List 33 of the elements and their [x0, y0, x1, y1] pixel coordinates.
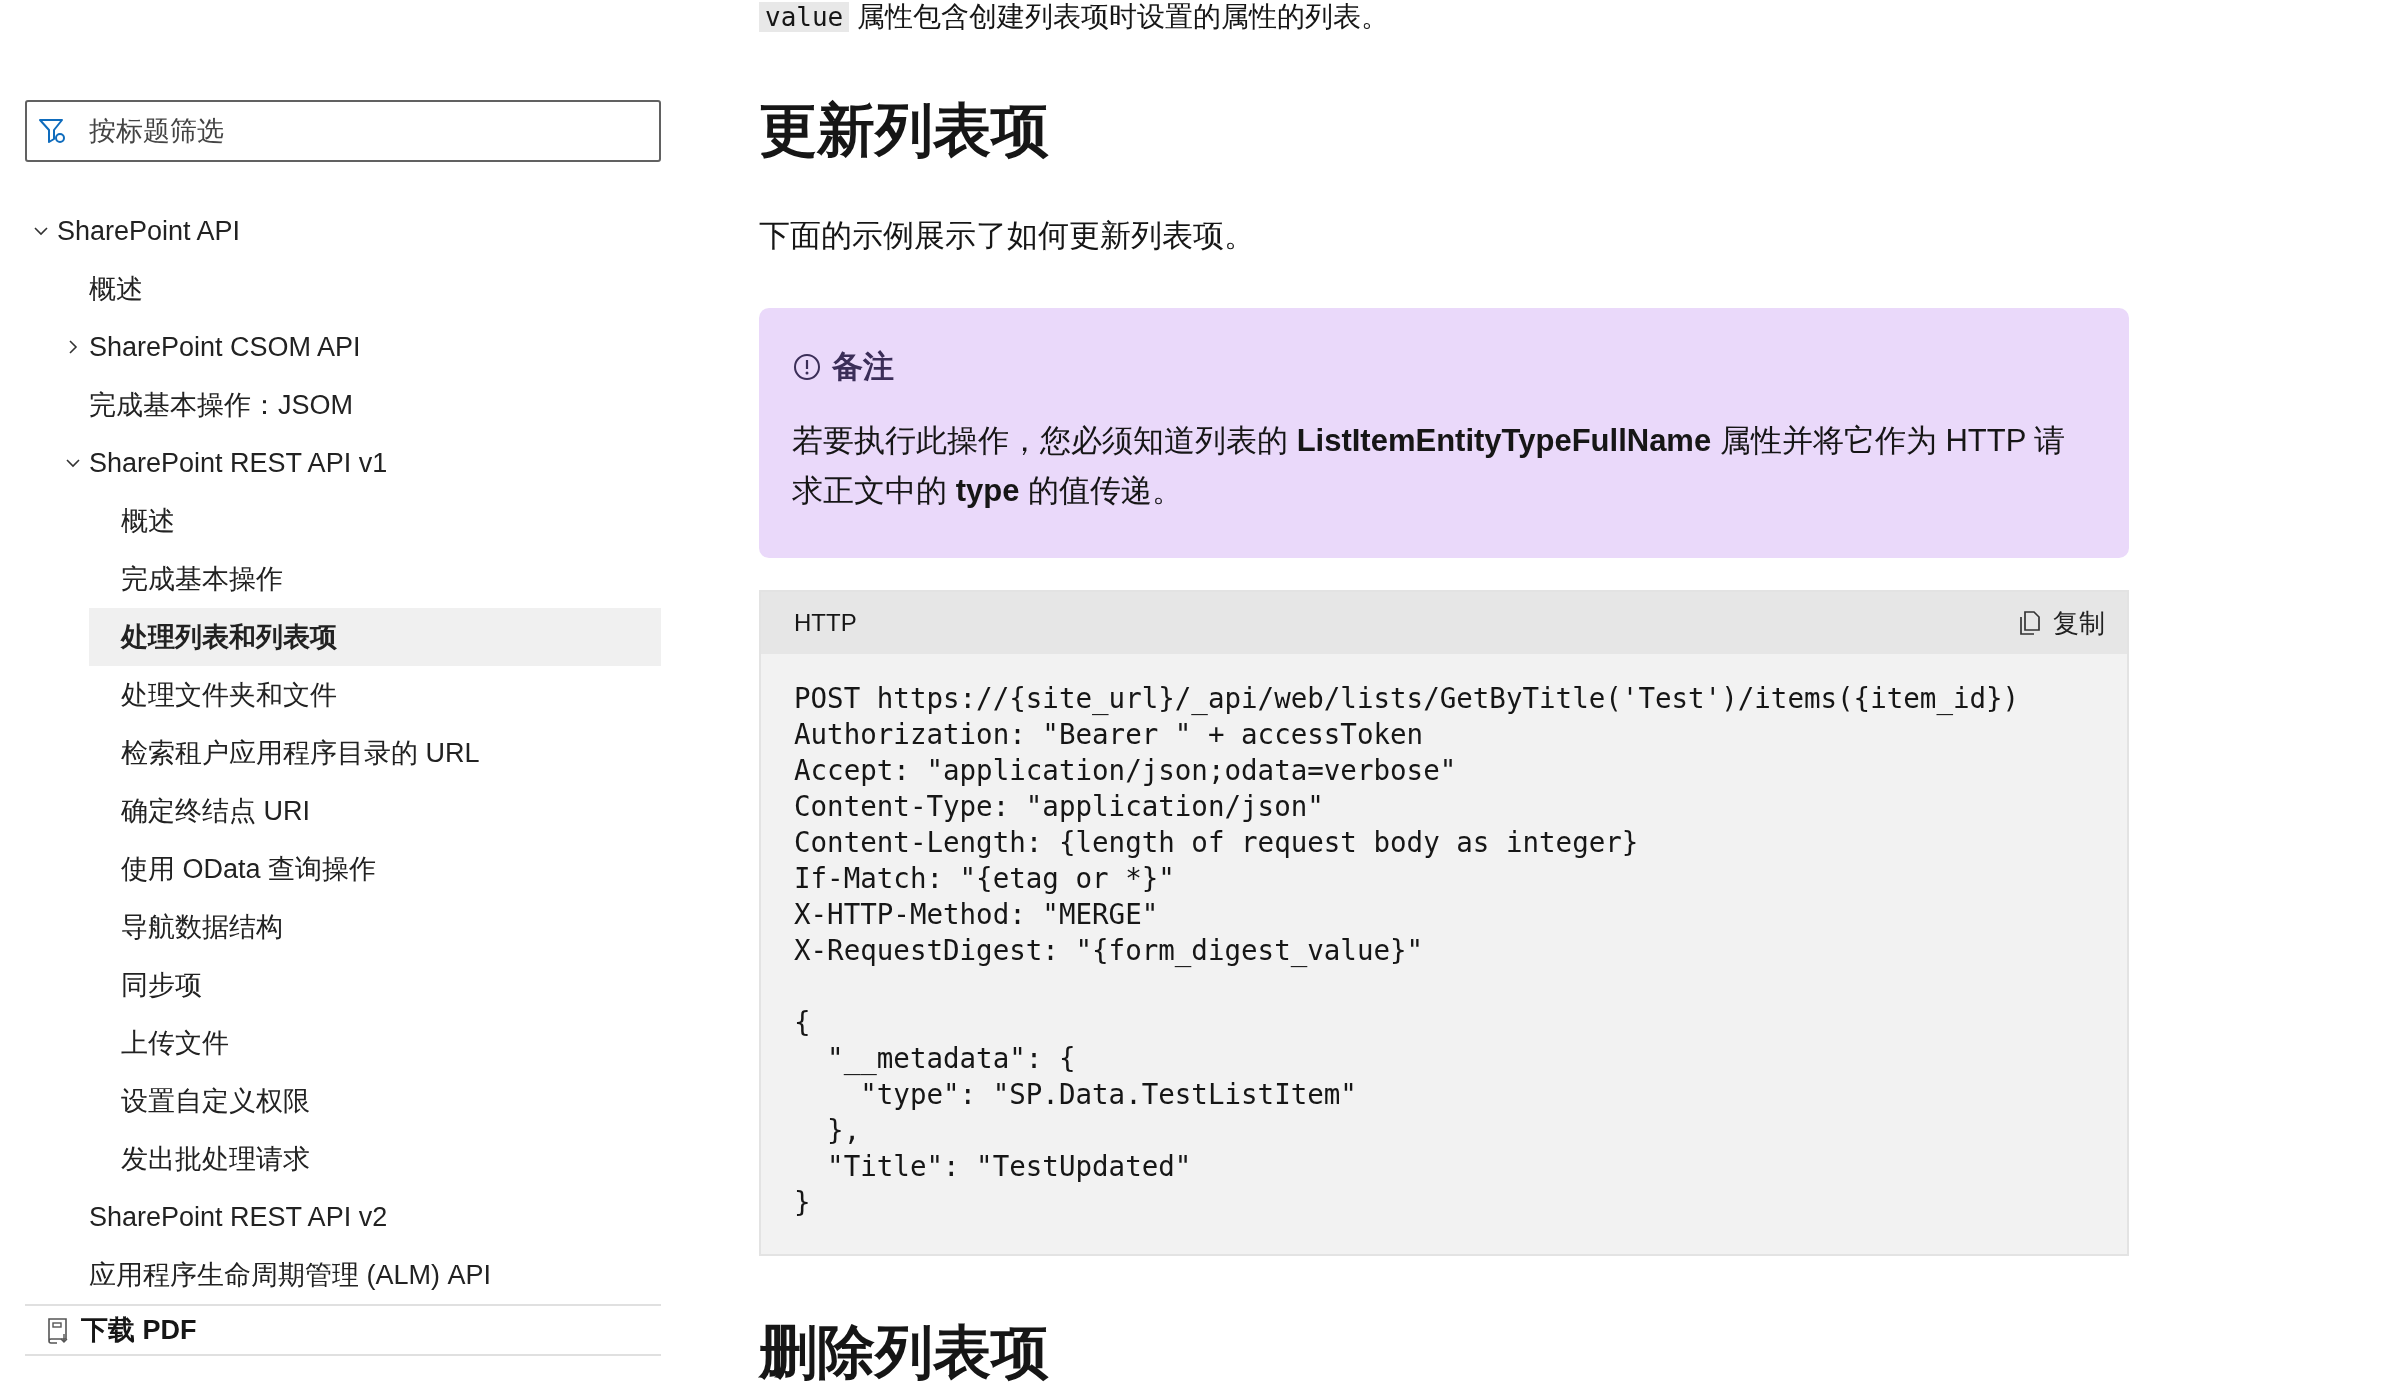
code-text: POST https://{site_url}/_api/web/lists/GetByTitle('Test')/items({item_id}) Authorization: "Bearer " + accessToken Accept: "application/json;odata=verbose" Content-Type: "application/json" Content-Length: {length of request body as integer} If-Match: "{etag or *}" X-HTTP-Method: "MERGE" X-RequestDigest: "{form_digest_value}" { "__metadata": { "type": "SP.Data.TestListItem" }, "Title": "TestUpdated" }: [793, 681, 2021, 1220]
nav-item[interactable]: 使用 OData 查询操作: [89, 840, 661, 898]
nav-item[interactable]: SharePoint REST API v2: [57, 1188, 661, 1246]
nav-item[interactable]: 处理文件夹和文件: [89, 666, 661, 724]
nav-item[interactable]: SharePoint REST API v1: [57, 434, 661, 492]
filter-field[interactable]: 按标题筛选: [25, 100, 661, 162]
info-icon: [792, 352, 822, 382]
nav-item[interactable]: 同步项: [89, 956, 661, 1014]
download-pdf-link[interactable]: 下载 PDF: [25, 1304, 661, 1356]
nav-item[interactable]: 概述: [57, 260, 661, 318]
nav-item[interactable]: 应用程序生命周期管理 (ALM) API: [57, 1246, 661, 1304]
nav-item[interactable]: 发出批处理请求: [89, 1130, 661, 1188]
code-language: HTTP: [794, 609, 857, 637]
filter-icon: [37, 116, 67, 146]
note-text: 若要执行此操作，您必须知道列表的 ListItemEntityTypeFullName 属性并将它作为 HTTP 请求正文中的 type 的值传递。: [792, 422, 2067, 510]
copy-button[interactable]: 复制: [2017, 605, 2105, 641]
paragraph: 下面的示例展示了如何更新列表项。: [759, 217, 1256, 255]
nav-item[interactable]: 完成基本操作：JSOM: [57, 376, 661, 434]
nav-item[interactable]: 完成基本操作: [89, 550, 661, 608]
nav-item[interactable]: 处理列表和列表项: [89, 608, 661, 666]
nav-item[interactable]: 检索租户应用程序目录的 URL: [89, 724, 661, 782]
section-heading: 删除列表项: [759, 1318, 1050, 1386]
note-title: 备注: [832, 348, 894, 386]
nav-item[interactable]: 设置自定义权限: [89, 1072, 661, 1130]
section-heading: 更新列表项: [759, 96, 1050, 164]
nav-item[interactable]: SharePoint API: [25, 202, 661, 260]
nav-item[interactable]: 导航数据结构: [89, 898, 661, 956]
nav-item[interactable]: 上传文件: [89, 1014, 661, 1072]
paragraph: value 属性包含创建列表项时设置的属性的列表。: [759, 0, 2129, 34]
nav-item[interactable]: 概述: [89, 492, 661, 550]
nav-item[interactable]: 确定终结点 URI: [89, 782, 661, 840]
copy-icon: [2017, 609, 2043, 637]
nav-item[interactable]: SharePoint CSOM API: [57, 318, 661, 376]
